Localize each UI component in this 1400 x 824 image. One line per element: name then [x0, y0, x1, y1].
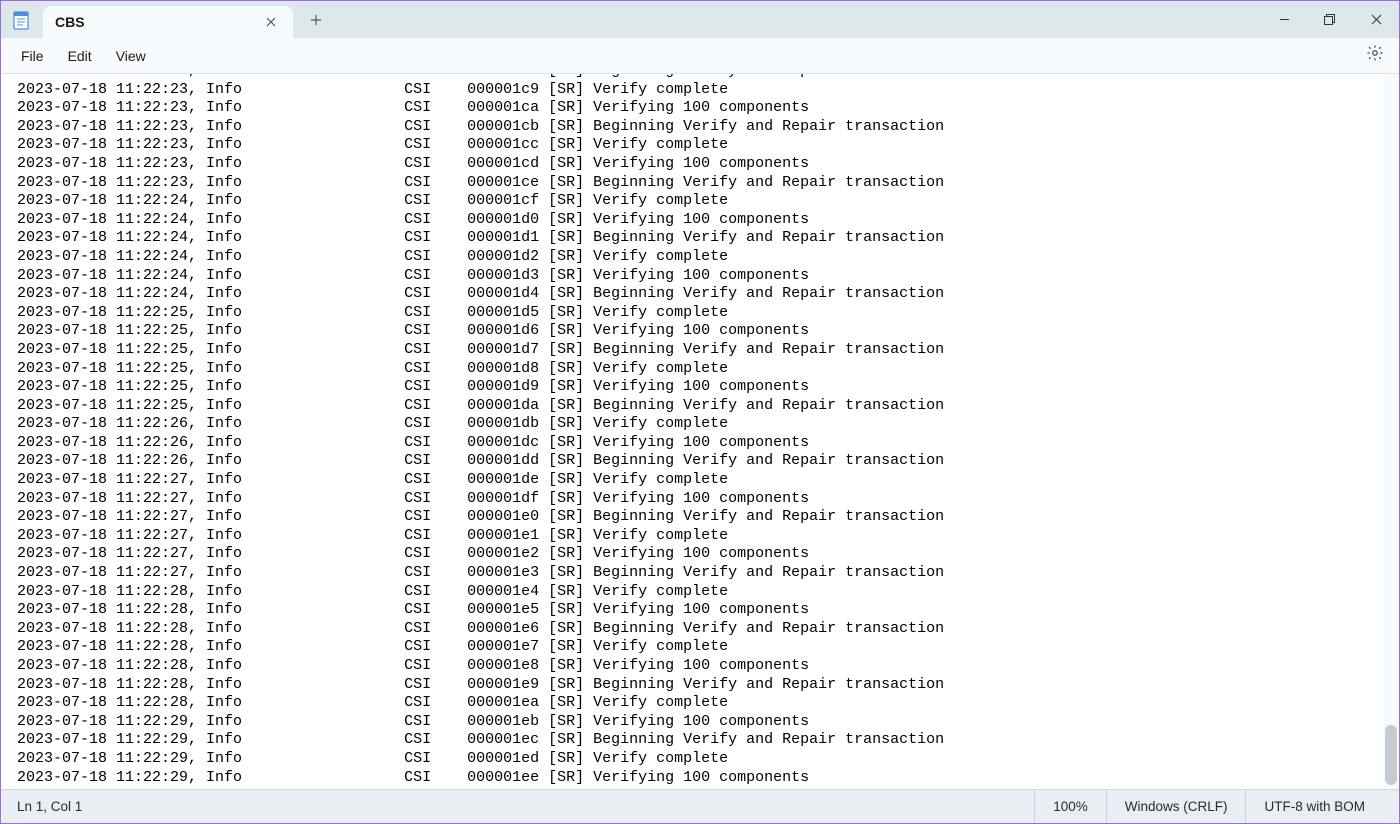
status-line-ending[interactable]: Windows (CRLF) [1106, 790, 1246, 823]
status-position[interactable]: Ln 1, Col 1 [17, 799, 1034, 814]
window-controls [1261, 1, 1399, 38]
vertical-scrollbar[interactable] [1383, 74, 1399, 789]
statusbar: Ln 1, Col 1 100% Windows (CRLF) UTF-8 wi… [1, 789, 1399, 823]
scrollbar-thumb[interactable] [1385, 725, 1397, 785]
new-tab-button[interactable] [299, 5, 333, 35]
maximize-button[interactable] [1307, 1, 1353, 38]
tab-cbs[interactable]: CBS [43, 6, 293, 38]
editor-text-content[interactable]: 2023-07-18 11:22:22, Info CSI 000001c8 [… [1, 74, 1399, 787]
editor-area[interactable]: 2023-07-18 11:22:22, Info CSI 000001c8 [… [1, 74, 1399, 789]
menu-file[interactable]: File [9, 42, 56, 70]
status-encoding[interactable]: UTF-8 with BOM [1245, 790, 1383, 823]
menu-edit[interactable]: Edit [56, 42, 104, 70]
menubar: File Edit View [1, 38, 1399, 74]
menu-view[interactable]: View [104, 42, 158, 70]
status-zoom[interactable]: 100% [1034, 790, 1106, 823]
settings-button[interactable] [1359, 40, 1391, 72]
tab-close-button[interactable] [261, 12, 281, 32]
titlebar: CBS [1, 1, 1399, 38]
titlebar-left [1, 1, 31, 38]
tab-strip: CBS [43, 1, 333, 38]
gear-icon [1366, 44, 1384, 67]
tab-title: CBS [55, 14, 261, 30]
minimize-button[interactable] [1261, 1, 1307, 38]
close-button[interactable] [1353, 1, 1399, 38]
notepad-app-icon [11, 10, 31, 30]
